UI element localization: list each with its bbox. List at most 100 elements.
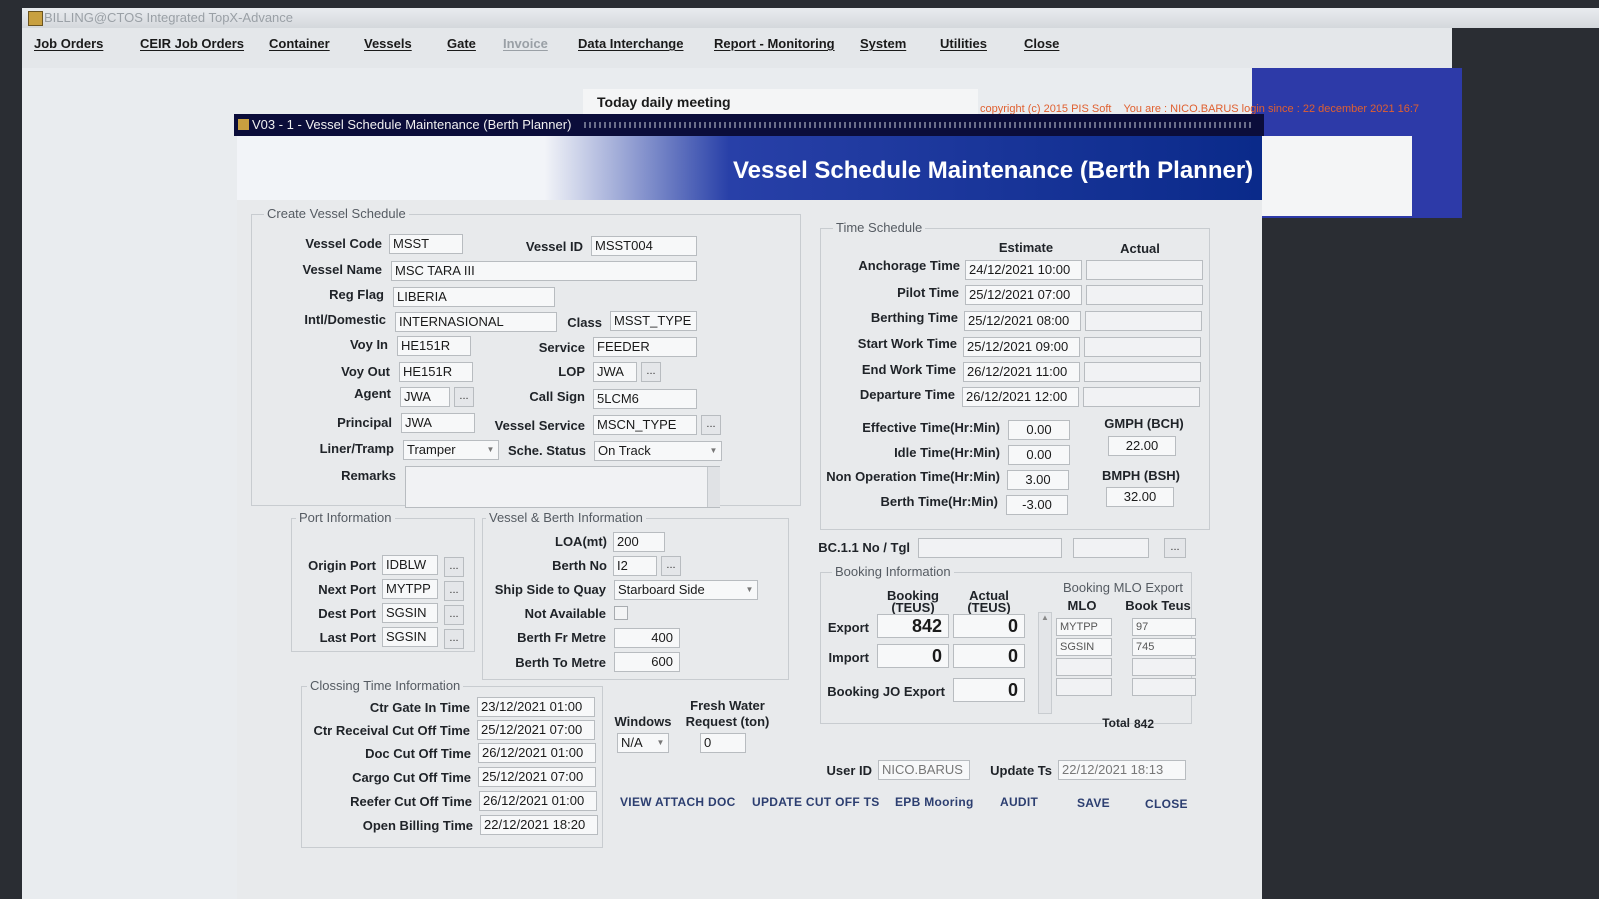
berth-fr-metre-input[interactable]: 400 — [614, 628, 680, 648]
vessel-service-input[interactable]: MSCN_TYPE — [593, 415, 697, 435]
berthing-estimate-input[interactable]: 25/12/2021 08:00 — [964, 311, 1081, 331]
export-booking-value[interactable]: 842 — [877, 614, 949, 638]
vessel-name-input[interactable]: MSC TARA III — [391, 261, 697, 281]
vessel-id-input[interactable]: MSST004 — [591, 236, 697, 256]
gmph-value[interactable]: 22.00 — [1108, 436, 1176, 456]
bmph-value[interactable]: 32.00 — [1106, 487, 1174, 507]
agent-lookup-button[interactable]: ... — [454, 387, 474, 407]
update-cut-off-ts-button[interactable]: UPDATE CUT OFF TS — [752, 795, 880, 809]
dest-port-lookup-button[interactable]: ... — [444, 605, 464, 625]
intl-domestic-input[interactable]: INTERNASIONAL — [395, 312, 557, 332]
mlo-row-3-mlo[interactable] — [1056, 658, 1112, 676]
fresh-water-input[interactable]: 0 — [700, 733, 746, 753]
dialog-title-bar[interactable]: V03 - 1 - Vessel Schedule Maintenance (B… — [234, 114, 1264, 136]
start-work-estimate-input[interactable]: 25/12/2021 09:00 — [963, 337, 1080, 357]
reg-flag-input[interactable]: LIBERIA — [393, 287, 555, 307]
berth-to-metre-input[interactable]: 600 — [614, 652, 680, 672]
reefer-cutoff-input[interactable]: 26/12/2021 01:00 — [479, 791, 597, 811]
mlo-row-3-teus[interactable] — [1132, 658, 1196, 676]
voy-out-input[interactable]: HE151R — [399, 362, 473, 382]
pilot-estimate-input[interactable]: 25/12/2021 07:00 — [965, 285, 1082, 305]
menu-job-orders[interactable]: Job Orders — [34, 36, 103, 51]
import-actual-value[interactable]: 0 — [953, 644, 1025, 668]
berth-time-value[interactable]: -3.00 — [1006, 495, 1068, 515]
agent-input[interactable]: JWA — [400, 387, 450, 407]
principal-input[interactable]: JWA — [401, 413, 475, 433]
reefer-cutoff-label: Reefer Cut Off Time — [350, 794, 472, 809]
not-available-checkbox[interactable] — [614, 606, 628, 620]
ship-side-select[interactable]: Starboard Side ▼ — [614, 580, 758, 600]
mlo-total-label: Total — [1102, 716, 1130, 730]
epb-mooring-button[interactable]: EPB Mooring — [895, 795, 974, 809]
voy-in-input[interactable]: HE151R — [397, 336, 471, 356]
export-actual-value[interactable]: 0 — [953, 614, 1025, 638]
open-billing-input[interactable]: 22/12/2021 18:20 — [480, 815, 598, 835]
mlo-row-1-mlo[interactable]: MYTPP — [1056, 618, 1112, 636]
service-input[interactable]: FEEDER — [593, 337, 697, 357]
end-work-actual-input[interactable] — [1084, 362, 1201, 382]
anchorage-actual-input[interactable] — [1086, 260, 1203, 280]
menu-ceir-job-orders[interactable]: CEIR Job Orders — [140, 36, 244, 51]
sche-status-select[interactable]: On Track ▼ — [594, 441, 722, 461]
menu-utilities[interactable]: Utilities — [940, 36, 987, 51]
next-port-lookup-button[interactable]: ... — [444, 581, 464, 601]
end-work-estimate-input[interactable]: 26/12/2021 11:00 — [963, 362, 1080, 382]
lop-lookup-button[interactable]: ... — [641, 362, 661, 382]
menu-close[interactable]: Close — [1024, 36, 1059, 51]
start-work-actual-input[interactable] — [1084, 337, 1201, 357]
call-sign-input[interactable]: 5LCM6 — [593, 389, 697, 409]
pilot-actual-input[interactable] — [1086, 285, 1203, 305]
menu-system[interactable]: System — [860, 36, 906, 51]
menu-gate[interactable]: Gate — [447, 36, 476, 51]
bc-date-input[interactable] — [1073, 538, 1149, 558]
view-attach-doc-button[interactable]: VIEW ATTACH DOC — [620, 795, 736, 809]
departure-actual-input[interactable] — [1083, 387, 1200, 407]
last-port-lookup-button[interactable]: ... — [444, 629, 464, 649]
mlo-row-2-mlo[interactable]: SGSIN — [1056, 638, 1112, 656]
remarks-scrollbar[interactable] — [707, 467, 720, 507]
berth-no-lookup-button[interactable]: ... — [661, 556, 681, 576]
effective-time-value[interactable]: 0.00 — [1008, 420, 1070, 440]
origin-port-input[interactable]: IDBLW — [382, 555, 438, 575]
menu-invoice[interactable]: Invoice — [503, 36, 548, 51]
anchorage-estimate-input[interactable]: 24/12/2021 10:00 — [965, 260, 1082, 280]
import-booking-value[interactable]: 0 — [877, 644, 949, 668]
bc-number-input[interactable] — [918, 538, 1062, 558]
menu-data-interchange[interactable]: Data Interchange — [578, 36, 683, 51]
vessel-code-input[interactable]: MSST — [389, 234, 463, 254]
booking-jo-export-value[interactable]: 0 — [953, 678, 1025, 702]
last-port-input[interactable]: SGSIN — [382, 627, 438, 647]
cargo-cutoff-input[interactable]: 25/12/2021 07:00 — [478, 767, 596, 787]
next-port-input[interactable]: MYTPP — [382, 579, 438, 599]
berth-no-input[interactable]: I2 — [613, 556, 657, 576]
mlo-row-1-teus[interactable]: 97 — [1132, 618, 1196, 636]
windows-select[interactable]: N/A ▼ — [617, 733, 669, 753]
audit-button[interactable]: AUDIT — [1000, 795, 1038, 809]
save-button[interactable]: SAVE — [1077, 796, 1110, 810]
loa-input[interactable]: 200 — [613, 532, 665, 552]
import-label: Import — [828, 650, 869, 665]
liner-tramp-select[interactable]: Tramper ▼ — [403, 440, 499, 460]
departure-estimate-input[interactable]: 26/12/2021 12:00 — [962, 387, 1079, 407]
berthing-actual-input[interactable] — [1085, 311, 1202, 331]
ctr-receival-cutoff-input[interactable]: 25/12/2021 07:00 — [477, 720, 595, 740]
idle-time-value[interactable]: 0.00 — [1008, 445, 1070, 465]
mlo-scrollbar[interactable]: ▲ — [1038, 612, 1052, 714]
doc-cutoff-input[interactable]: 26/12/2021 01:00 — [478, 743, 596, 763]
bc-lookup-button[interactable]: ... — [1164, 538, 1186, 558]
menu-vessels[interactable]: Vessels — [364, 36, 412, 51]
ctr-gate-in-input[interactable]: 23/12/2021 01:00 — [477, 697, 595, 717]
lop-input[interactable]: JWA — [593, 362, 637, 382]
vessel-service-lookup-button[interactable]: ... — [701, 415, 721, 435]
mlo-row-2-teus[interactable]: 745 — [1132, 638, 1196, 656]
mlo-row-4-teus[interactable] — [1132, 678, 1196, 696]
non-operation-time-value[interactable]: 3.00 — [1007, 470, 1069, 490]
remarks-textarea[interactable] — [405, 466, 720, 508]
class-input[interactable]: MSST_TYPE — [610, 311, 697, 331]
menu-container[interactable]: Container — [269, 36, 330, 51]
dest-port-input[interactable]: SGSIN — [382, 603, 438, 623]
origin-port-lookup-button[interactable]: ... — [444, 557, 464, 577]
mlo-row-4-mlo[interactable] — [1056, 678, 1112, 696]
menu-report-monitoring[interactable]: Report - Monitoring — [714, 36, 835, 51]
close-button[interactable]: CLOSE — [1145, 797, 1188, 811]
